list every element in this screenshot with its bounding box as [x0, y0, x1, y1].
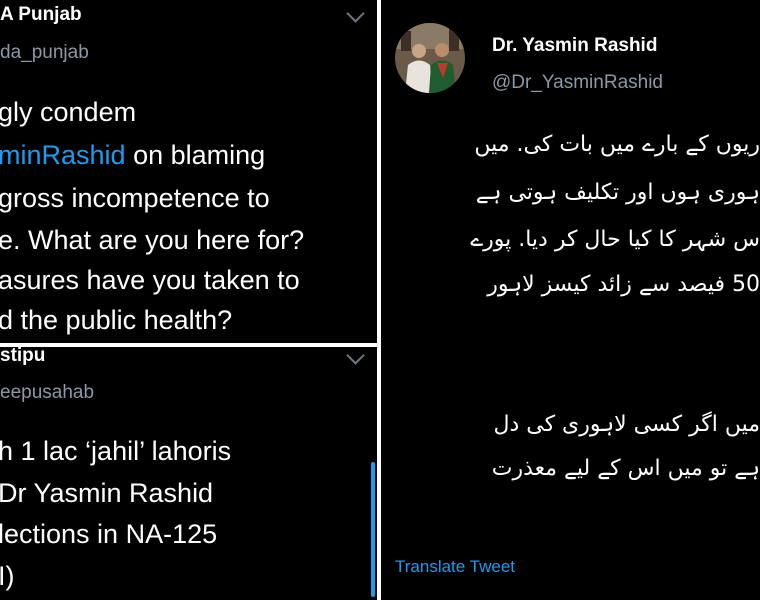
urdu-tweet-line: ہے تو میں اس کے لیے معذرت [491, 456, 760, 481]
tweet-panel-stipu: stipu eepusahab h 1 lac ‘jahil’ lahoris … [0, 347, 377, 600]
chevron-down-icon[interactable] [346, 347, 365, 365]
urdu-tweet-line: ہوری ہوں اور تکلیف ہوتی ہے [475, 180, 760, 205]
tweet-panel-a-punjab: A Punjab da_punjab gly condem minRashid … [0, 0, 377, 343]
urdu-tweet-line: 50 فیصد سے زائد کیسز لاہور [487, 272, 760, 297]
urdu-tweet-line: ریوں کے بارے میں بات کی. میں [474, 132, 760, 157]
chevron-down-icon[interactable] [346, 4, 365, 23]
avatar-photo [395, 23, 465, 93]
display-name[interactable]: Dr. Yasmin Rashid [492, 35, 657, 57]
display-name[interactable]: A Punjab [0, 4, 82, 26]
tweet-line: asures have you taken to [0, 265, 300, 295]
tweet-line: d the public health? [0, 305, 233, 335]
tweet-line: I) [0, 561, 15, 591]
tweet-line: Dr Yasmin Rashid [0, 478, 214, 508]
avatar[interactable] [395, 23, 465, 93]
mention-link[interactable]: minRashid [0, 140, 126, 170]
scrollbar[interactable] [371, 462, 375, 597]
tweet-line: e. What are you here for? [0, 225, 305, 255]
tweet-panel-yasmin-rashid: Dr. Yasmin Rashid @Dr_YasminRashid ریوں … [381, 0, 760, 600]
user-handle[interactable]: da_punjab [0, 42, 89, 64]
urdu-tweet-line: میں اگر کسی لاہوری کی دل [493, 412, 760, 437]
tweet-line: gly condem [0, 97, 137, 127]
display-name[interactable]: stipu [0, 347, 45, 367]
tweet-line: gross incompetence to [0, 183, 270, 213]
user-handle[interactable]: @Dr_YasminRashid [492, 72, 663, 94]
tweet-line: minRashid on blaming [0, 139, 265, 172]
tweet-line: h 1 lac ‘jahil’ lahoris [0, 436, 232, 466]
tweet-text: on blaming [125, 140, 266, 170]
translate-tweet-link[interactable]: Translate Tweet [395, 557, 515, 577]
user-handle[interactable]: eepusahab [0, 382, 94, 404]
tweet-line: lections in NA-125 [0, 519, 218, 549]
urdu-tweet-line: س شہر کا کیا حال کر دیا. پورے [470, 227, 760, 252]
